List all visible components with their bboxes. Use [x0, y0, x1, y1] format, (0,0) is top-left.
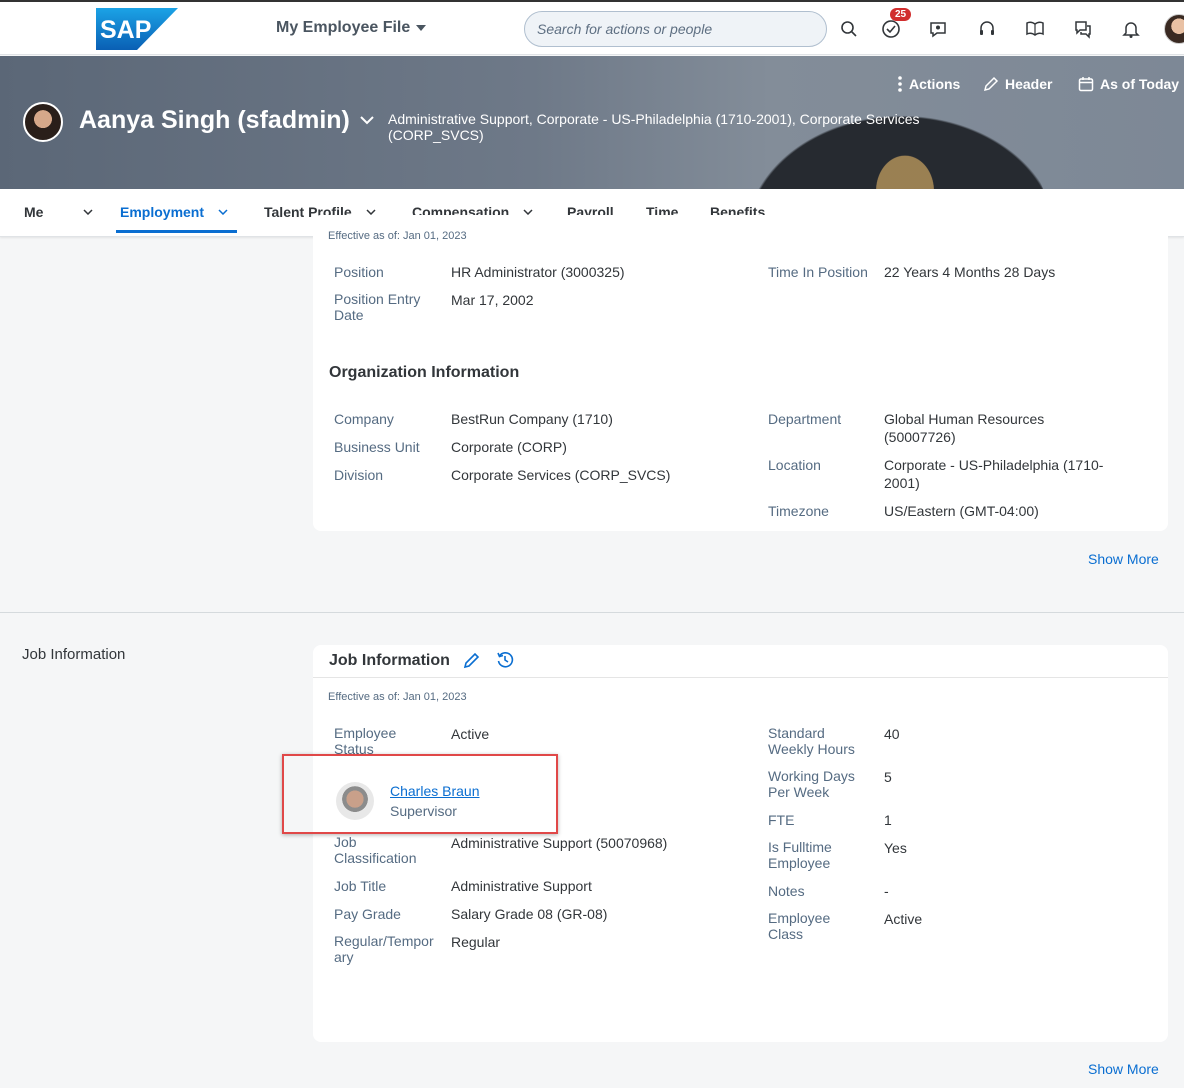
search-input[interactable]: [524, 11, 827, 47]
pencil-icon: [983, 76, 999, 92]
organization-title: Organization Information: [329, 364, 520, 381]
position-effective-date: Effective as of: Jan 01, 2023: [328, 230, 467, 242]
employee-class-label: Employee Class: [768, 910, 831, 942]
history-icon: [497, 652, 514, 668]
location-label: Location: [768, 457, 821, 473]
fte-value: 1: [884, 812, 892, 828]
chevron-down-icon: [218, 209, 228, 215]
employee-status-value: Active: [451, 726, 490, 742]
job-section-side-label: Job Information: [22, 646, 126, 663]
supervisor-role: Supervisor: [390, 803, 457, 819]
as-of-today-button[interactable]: As of Today: [1078, 76, 1179, 92]
pay-grade-value: Salary Grade 08 (GR-08): [451, 906, 608, 922]
notes-label: Notes: [768, 883, 805, 899]
learning-icon[interactable]: [1023, 17, 1047, 41]
company-value: BestRun Company (1710): [451, 411, 613, 427]
active-tab-indicator: [116, 230, 237, 233]
job-classification-value: Administrative Support (50070968): [451, 835, 668, 851]
standard-weekly-hours-value: 40: [884, 726, 900, 742]
division-value: Corporate Services (CORP_SVCS): [451, 467, 671, 483]
job-information-card: [313, 645, 1168, 1042]
company-label: Company: [334, 411, 394, 427]
fulltime-value: Yes: [884, 840, 907, 856]
position-entry-label: Position Entry Date: [334, 291, 421, 323]
tab-employment[interactable]: Employment: [120, 204, 228, 220]
time-in-position-label: Time In Position: [768, 264, 868, 280]
employee-subtitle: Administrative Support, Corporate - US-P…: [388, 111, 920, 143]
sap-logo[interactable]: SAP: [96, 8, 178, 50]
pencil-icon: [463, 652, 480, 669]
employee-class-value: Active: [884, 911, 923, 927]
job-title-value: Administrative Support: [451, 878, 592, 894]
user-avatar[interactable]: [1164, 14, 1184, 44]
tab-employment-label: Employment: [120, 204, 205, 220]
shell-bar: SAP My Employee File 25: [0, 0, 1184, 55]
regular-temporary-label: Regular/Temporary: [334, 933, 434, 965]
job-information-title: Job Information: [329, 652, 450, 669]
business-unit-value: Corporate (CORP): [451, 439, 567, 455]
job-classification-label: Job Classification: [334, 834, 417, 866]
joule-icon[interactable]: [926, 17, 950, 41]
position-label: Position: [334, 264, 384, 280]
location-value: Corporate - US-Philadelphia (1710-2001): [884, 457, 1104, 491]
regular-temporary-value: Regular: [451, 934, 501, 950]
job-show-more-link[interactable]: Show More: [1088, 1061, 1159, 1077]
chevron-down-icon: [83, 209, 93, 215]
working-days-label: Working Days Per Week: [768, 768, 855, 800]
employee-avatar[interactable]: [23, 102, 63, 142]
tab-me-label: Me: [24, 204, 44, 220]
standard-weekly-hours-label: Standard Weekly Hours: [768, 725, 855, 757]
calendar-icon: [1078, 77, 1094, 92]
position-value: HR Administrator (3000325): [451, 264, 625, 280]
headset-icon[interactable]: [975, 17, 999, 41]
card-header-divider: [313, 677, 1168, 678]
position-entry-value: Mar 17, 2002: [451, 292, 534, 308]
department-value: Global Human Resources (50007726): [884, 411, 1045, 445]
app-title: My Employee File: [276, 19, 411, 36]
job-info-history-button[interactable]: [496, 651, 516, 671]
supervisor-name-link[interactable]: Charles Braun: [390, 783, 480, 799]
supervisor-avatar[interactable]: [336, 782, 374, 820]
time-in-position-value: 22 Years 4 Months 28 Days: [884, 264, 1056, 280]
section-divider: [0, 612, 1184, 613]
job-title-label: Job Title: [334, 878, 387, 894]
search-icon[interactable]: [837, 17, 861, 41]
timezone-label: Timezone: [768, 503, 829, 519]
position-show-more-link[interactable]: Show More: [1088, 551, 1159, 567]
actions-button[interactable]: Actions: [897, 76, 960, 92]
bell-icon[interactable]: [1119, 17, 1143, 41]
division-label: Division: [334, 467, 384, 483]
employee-status-label: Employee Status: [334, 725, 397, 757]
app-title-menu[interactable]: My Employee File: [276, 19, 427, 37]
header-label: Header: [1005, 76, 1053, 92]
more-vertical-icon: [898, 76, 902, 92]
chevron-down-icon: [416, 25, 427, 31]
fulltime-label: Is Fulltime Employee: [768, 839, 832, 871]
timezone-value: US/Eastern (GMT-04:00): [884, 503, 1039, 519]
job-effective-date: Effective as of: Jan 01, 2023: [328, 691, 467, 703]
tab-me[interactable]: Me: [24, 204, 93, 220]
feedback-icon[interactable]: [1071, 17, 1095, 41]
working-days-value: 5: [884, 769, 892, 785]
as-of-label: As of Today: [1100, 76, 1180, 92]
header-edit-button[interactable]: Header: [983, 76, 1052, 92]
actions-label: Actions: [909, 76, 961, 92]
employee-name: Aanya Singh (sfadmin): [79, 106, 350, 134]
edit-job-info-button[interactable]: [463, 651, 483, 671]
notes-value: -: [884, 883, 889, 899]
chevron-down-icon: [360, 116, 374, 125]
employee-name-menu[interactable]: Aanya Singh (sfadmin): [79, 106, 374, 135]
notification-badge: 25: [890, 8, 912, 21]
fte-label: FTE: [768, 812, 795, 828]
svg-text:SAP: SAP: [100, 16, 151, 44]
business-unit-label: Business Unit: [334, 439, 420, 455]
department-label: Department: [768, 411, 842, 427]
pay-grade-label: Pay Grade: [334, 906, 401, 922]
